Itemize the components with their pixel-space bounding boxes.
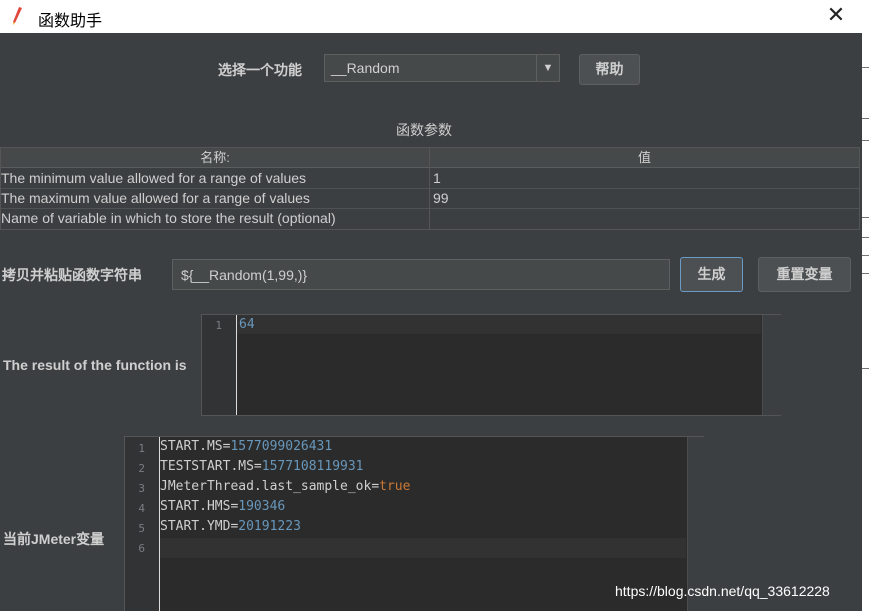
choose-function-label: 选择一个功能 (218, 62, 302, 78)
table-row[interactable]: The minimum value allowed for a range of… (1, 168, 859, 189)
variable-value: true (379, 479, 411, 494)
window-title: 函数助手 (38, 13, 103, 30)
vertical-scrollbar[interactable] (762, 315, 781, 415)
variable-key: START.HMS= (160, 499, 239, 514)
column-header-name[interactable]: 名称: (1, 148, 429, 167)
code-line: START.MS=1577099026431 (160, 439, 332, 454)
params-table: 名称: 值 The minimum value allowed for a ra… (0, 147, 860, 230)
generate-button[interactable]: 生成 (680, 257, 743, 292)
variable-value: 1577108119931 (261, 459, 364, 474)
result-editor[interactable]: 1 64 (201, 314, 781, 416)
variable-value: 190346 (238, 499, 286, 514)
column-divider (429, 148, 430, 229)
jmeter-variables-label: 当前JMeter变量 (3, 531, 105, 547)
line-number: 4 (138, 502, 145, 515)
background-strip (862, 0, 869, 611)
function-select[interactable]: __Random ▼ (324, 54, 560, 82)
function-string-field[interactable] (172, 259, 670, 290)
pencil-icon (13, 7, 22, 25)
param-name-cell: The minimum value allowed for a range of… (1, 170, 307, 186)
column-header-value[interactable]: 值 (430, 148, 859, 167)
current-line-highlight (237, 315, 761, 334)
line-number: 6 (138, 542, 145, 555)
copy-function-string-label: 拷贝并粘贴函数字符串 (2, 267, 142, 283)
line-number-gutter: 1 (202, 315, 237, 415)
variable-key: TESTSTART.MS= (160, 459, 262, 474)
code-line: START.YMD=20191223 (160, 519, 301, 534)
result-value: 64 (239, 317, 255, 332)
line-number: 3 (138, 482, 145, 495)
param-value-cell[interactable]: 1 (433, 168, 853, 188)
variable-value: 1577099026431 (230, 439, 333, 454)
chevron-down-icon[interactable]: ▼ (536, 55, 559, 81)
title-bar: 函数助手 ✕ (0, 0, 862, 33)
close-icon: ✕ (826, 3, 846, 28)
code-line: TESTSTART.MS=1577108119931 (160, 459, 364, 474)
param-name-cell: Name of variable in which to store the r… (1, 210, 336, 226)
current-line-highlight (160, 538, 686, 558)
code-line: JMeterThread.last_sample_ok=true (160, 479, 410, 494)
variable-key: START.YMD= (160, 519, 239, 534)
reset-variables-button[interactable]: 重置变量 (758, 257, 851, 292)
variable-key: START.MS= (160, 439, 231, 454)
function-helper-dialog: 选择一个功能 __Random ▼ 帮助 函数参数 名称: 值 The mini… (0, 33, 862, 611)
line-number: 5 (138, 522, 145, 535)
table-row[interactable]: Name of variable in which to store the r… (1, 208, 859, 228)
param-value-cell[interactable]: 99 (433, 188, 853, 208)
line-number: 1 (138, 442, 145, 455)
params-section-title: 函数参数 (396, 122, 452, 138)
param-value-cell[interactable] (433, 208, 853, 228)
line-number-gutter: 1 2 3 4 5 6 (125, 437, 160, 611)
param-name-cell: The maximum value allowed for a range of… (1, 190, 310, 206)
variable-key: JMeterThread.last_sample_ok= (160, 479, 380, 494)
help-button[interactable]: 帮助 (579, 54, 640, 85)
function-select-value: __Random (331, 60, 400, 76)
params-table-header: 名称: 值 (1, 148, 859, 168)
variable-value: 20191223 (238, 519, 301, 534)
line-number: 1 (215, 319, 222, 332)
watermark-text: https://blog.csdn.net/qq_33612228 (615, 583, 830, 599)
line-number: 2 (138, 462, 145, 475)
result-label: The result of the function is (3, 357, 187, 373)
close-button[interactable]: ✕ (818, 2, 854, 30)
function-string-input[interactable] (173, 260, 669, 289)
table-row[interactable]: The maximum value allowed for a range of… (1, 188, 859, 209)
code-line: START.HMS=190346 (160, 499, 285, 514)
